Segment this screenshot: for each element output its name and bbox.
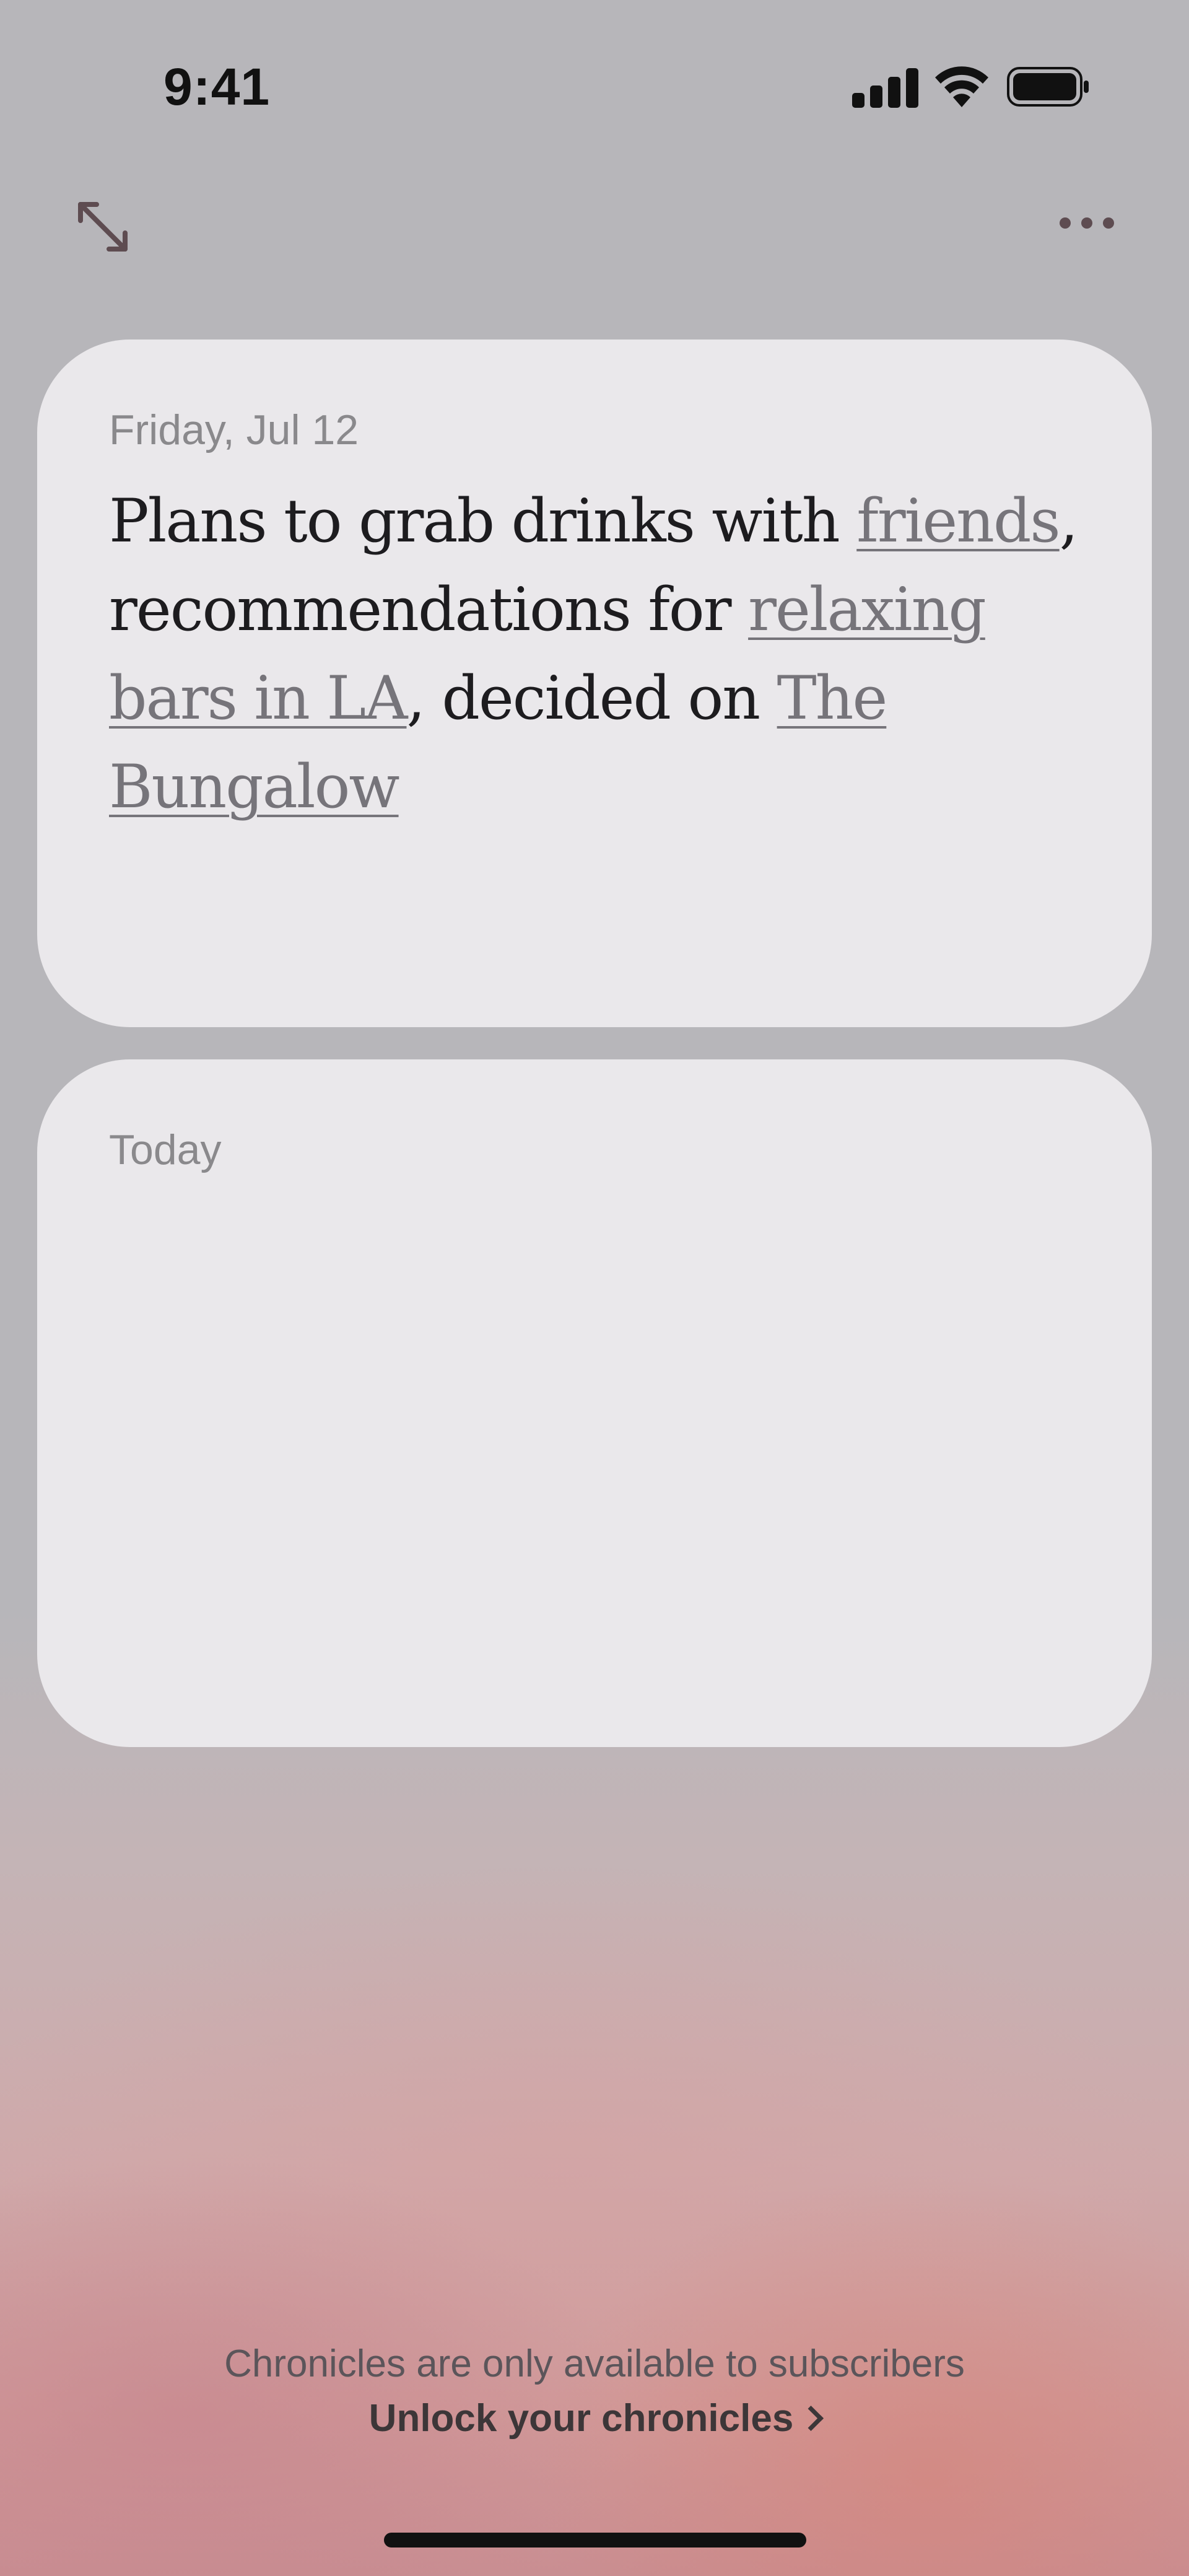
card-date: Today: [109, 1126, 222, 1173]
chronicle-card[interactable]: Friday, Jul 12 Plans to grab drinks with…: [37, 340, 1152, 1027]
summary-link-friends[interactable]: friends: [856, 486, 1060, 556]
home-indicator[interactable]: [384, 2533, 806, 2548]
summary-text: , decided on: [406, 664, 777, 733]
cellular-signal-icon: [852, 68, 918, 108]
more-options-button[interactable]: [1053, 206, 1121, 240]
wifi-icon: [935, 66, 988, 107]
status-time: 9:41: [163, 58, 271, 116]
summary-text: Plans to grab drinks with: [109, 486, 857, 556]
unlock-chronicles-link[interactable]: Unlock your chronicles: [0, 2396, 1189, 2440]
expand-icon[interactable]: [73, 197, 133, 256]
card-date: Friday, Jul 12: [109, 406, 359, 453]
card-summary: Plans to grab drinks with friends, recom…: [109, 477, 1100, 831]
subscription-note: Chronicles are only available to subscri…: [224, 2342, 965, 2385]
chronicle-card-today[interactable]: Today: [37, 1059, 1152, 1747]
status-bar: 9:41: [0, 0, 1189, 161]
expand-arrows-icon: [78, 202, 128, 252]
battery-icon: [1007, 67, 1089, 107]
ellipsis-icon: [1060, 217, 1114, 229]
chevron-right-icon: [798, 2405, 824, 2432]
unlock-label: Unlock your chronicles: [368, 2397, 794, 2440]
